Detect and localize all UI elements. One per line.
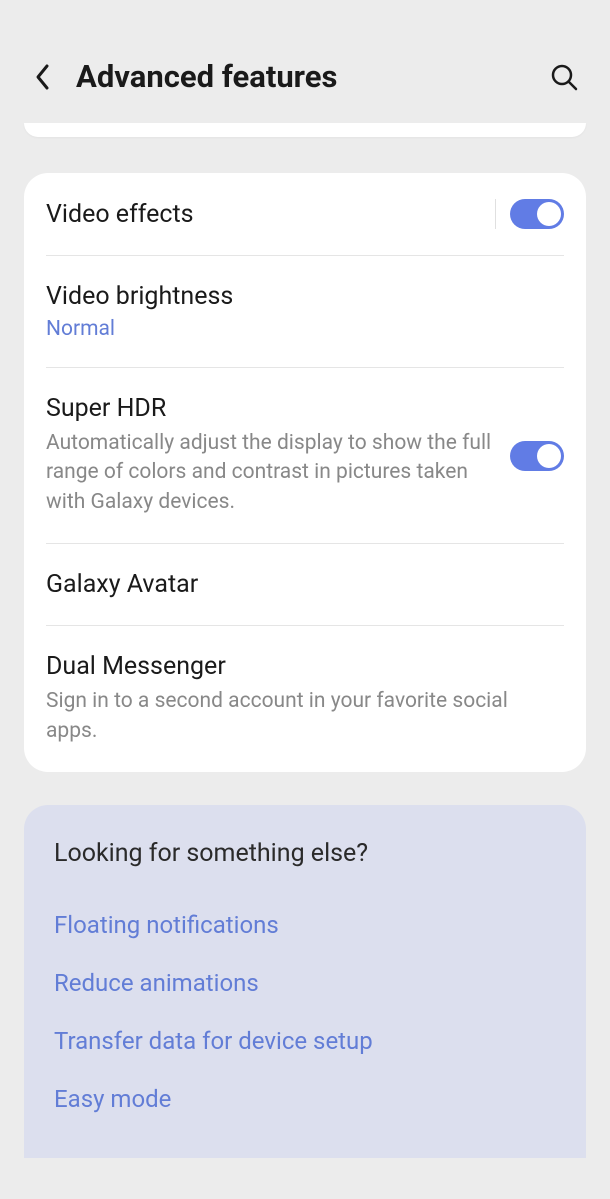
search-icon [549,62,579,92]
dual-messenger-label: Dual Messenger [46,652,564,681]
back-button[interactable] [28,62,58,92]
header: Advanced features [0,0,610,123]
chevron-left-icon [34,62,52,92]
video-brightness-row[interactable]: Video brightness Normal [46,255,564,367]
search-button[interactable] [546,59,582,95]
super-hdr-label: Super HDR [46,394,494,423]
toggle-divider [495,199,496,229]
video-effects-row[interactable]: Video effects [46,173,564,255]
suggestion-link-easy-mode[interactable]: Easy mode [54,1070,556,1128]
super-hdr-description: Automatically adjust the display to show… [46,429,494,517]
suggestions-title: Looking for something else? [54,839,556,868]
toggle-knob [537,444,561,468]
dual-messenger-description: Sign in to a second account in your favo… [46,687,564,746]
toggle-knob [537,202,561,226]
video-brightness-label: Video brightness [46,282,564,311]
galaxy-avatar-row[interactable]: Galaxy Avatar [46,543,564,625]
dual-messenger-row[interactable]: Dual Messenger Sign in to a second accou… [46,625,564,772]
suggestion-link-floating-notifications[interactable]: Floating notifications [54,896,556,954]
super-hdr-row[interactable]: Super HDR Automatically adjust the displ… [46,367,564,543]
video-effects-toggle-wrap [495,199,564,229]
super-hdr-toggle[interactable] [510,441,564,471]
video-effects-label: Video effects [46,200,479,229]
previous-card-edge [24,123,586,137]
video-brightness-value: Normal [46,317,564,341]
settings-card: Video effects Video brightness Normal Su… [24,173,586,772]
galaxy-avatar-label: Galaxy Avatar [46,570,564,599]
suggestion-link-transfer-data[interactable]: Transfer data for device setup [54,1012,556,1070]
suggestion-link-reduce-animations[interactable]: Reduce animations [54,954,556,1012]
video-effects-toggle[interactable] [510,199,564,229]
page-title: Advanced features [76,58,528,95]
suggestions-card: Looking for something else? Floating not… [24,805,586,1158]
